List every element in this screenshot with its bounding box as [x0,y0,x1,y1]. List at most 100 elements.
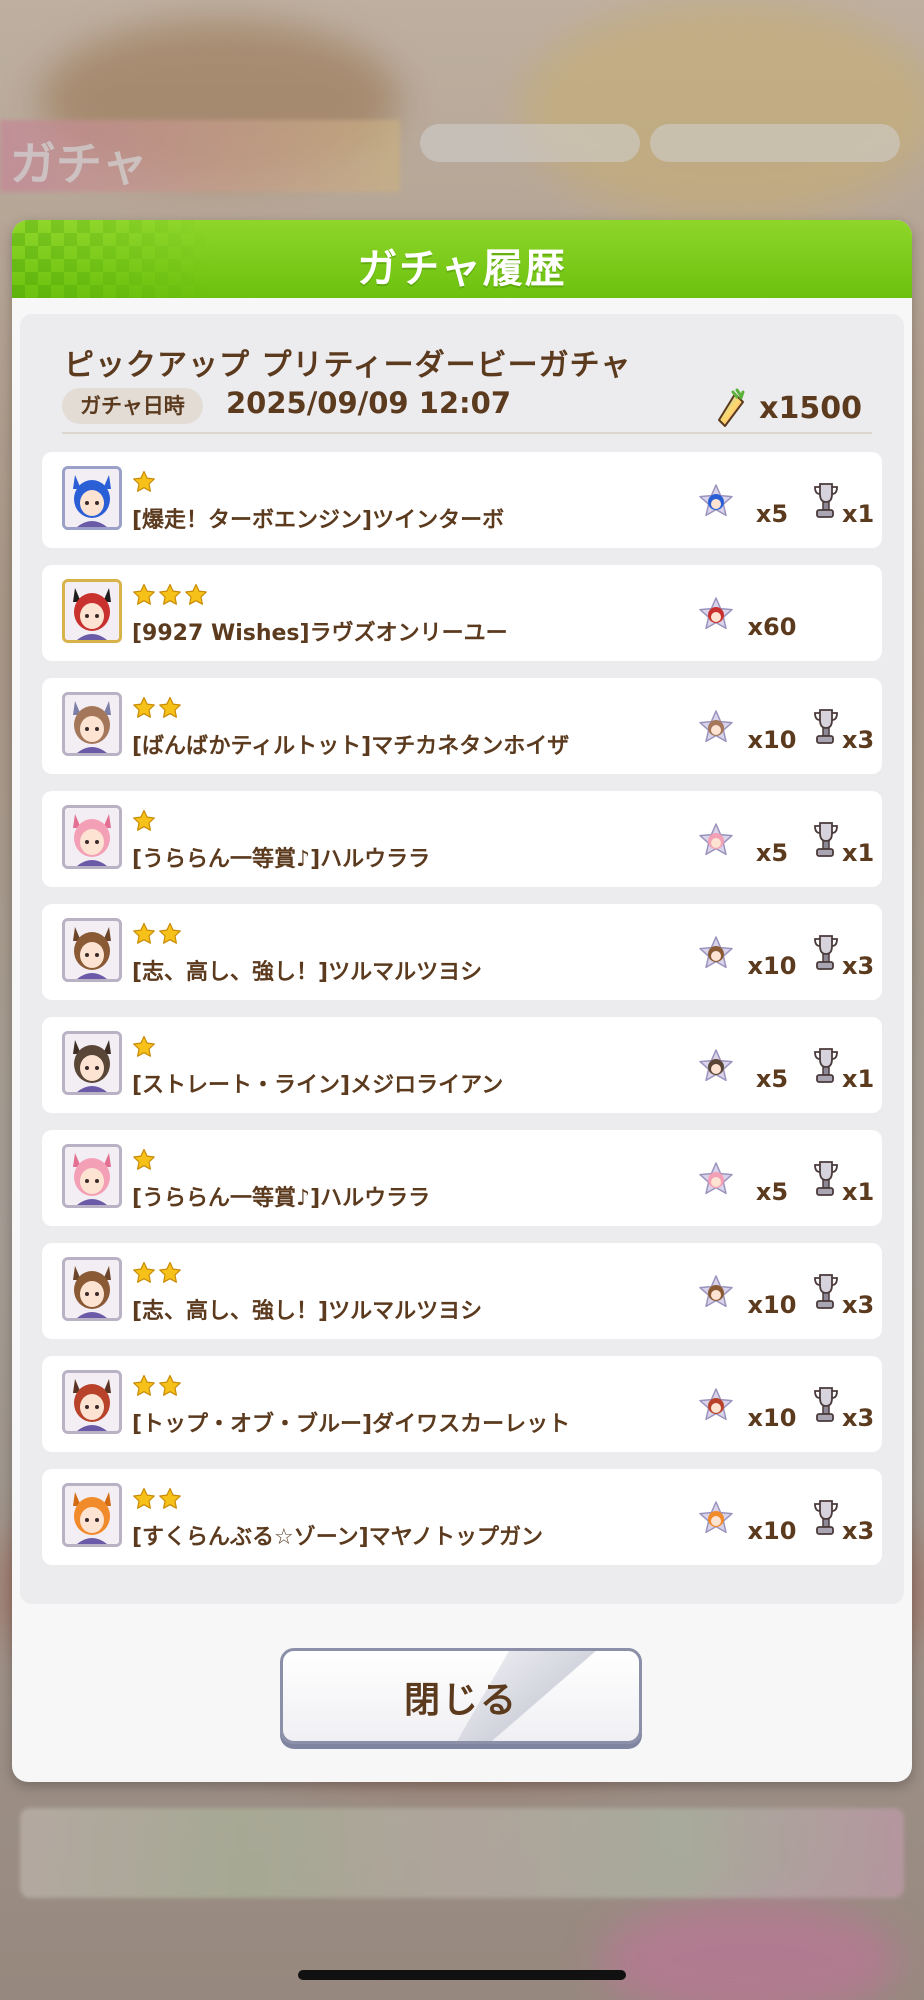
star-icon [184,583,208,607]
trophy-count: x3 [842,1517,875,1545]
carrot-jewel-icon [718,388,745,427]
star-icon [158,583,182,607]
trophy-count: x3 [842,1291,875,1319]
rarity-stars [132,583,208,607]
star-icon [158,696,182,720]
dialog-header: ガチャ履歴 [12,220,912,298]
character-name: [ストレート・ライン]メジロライアン [132,1073,504,1098]
close-button[interactable]: 閉じる [280,1648,642,1744]
rarity-stars [132,1487,182,1511]
rarity-stars [132,1148,156,1172]
trophy-icon [812,1499,838,1537]
character-portrait-icon [62,1031,122,1095]
character-piece-icon [698,1275,734,1311]
cost-value: x1500 [759,390,862,426]
star-icon [132,1035,156,1059]
date-value: 2025/09/09 12:07 [226,386,512,420]
trophy-icon [812,821,838,859]
character-name: [すくらんぶる☆ゾーン]マヤノトップガン [132,1525,543,1550]
star-icon [132,809,156,833]
piece-count: x5 [755,1065,789,1093]
trophy-count: x3 [842,726,875,754]
trophy-icon [812,1386,838,1424]
character-piece-icon [698,823,734,859]
list-item: [うららん一等賞♪]ハルウララ x5 x1 [42,791,882,887]
piece-count: x10 [747,1517,797,1545]
divider [62,432,872,434]
cost-display: x1500 [713,388,862,428]
character-piece-icon [698,484,734,520]
list-item: [トップ・オブ・ブルー]ダイワスカーレット x10 x3 [42,1356,882,1452]
piece-count: x10 [747,726,797,754]
character-name: [9927 Wishes]ラヴズオンリーユー [132,621,508,646]
character-piece-icon [698,936,734,972]
character-name: [ばんばかティルトット]マチカネタンホイザ [132,734,570,759]
list-item: [ストレート・ライン]メジロライアン x5 x1 [42,1017,882,1113]
star-icon [158,922,182,946]
star-icon [132,1487,156,1511]
trophy-icon [812,934,838,972]
character-name: [うららん一等賞♪]ハルウララ [132,1186,431,1211]
rarity-stars [132,1035,156,1059]
star-icon [132,696,156,720]
list-item: [うららん一等賞♪]ハルウララ x5 x1 [42,1130,882,1226]
star-icon [132,1261,156,1285]
character-portrait-icon [62,579,122,643]
character-piece-icon [698,1162,734,1198]
trophy-count: x3 [842,952,875,980]
trophy-icon [812,482,838,520]
character-piece-icon [698,1049,734,1085]
trophy-icon [812,708,838,746]
character-name: [うららん一等賞♪]ハルウララ [132,847,431,872]
trophy-icon [812,1273,838,1311]
list-item: [ばんばかティルトット]マチカネタンホイザ x10 x3 [42,678,882,774]
gacha-history-dialog: ガチャ履歴 ピックアップ プリティーダービーガチャ ガチャ日時 2025/09/… [12,220,912,1782]
rarity-stars [132,696,182,720]
character-portrait-icon [62,466,122,530]
list-item: [志、高し、強し！]ツルマルツヨシ x10 x3 [42,904,882,1000]
character-portrait-icon [62,1370,122,1434]
star-icon [132,583,156,607]
star-icon [158,1374,182,1398]
trophy-icon [812,1047,838,1085]
star-icon [132,470,156,494]
list-item: [9927 Wishes]ラヴズオンリーユー x60 [42,565,882,661]
piece-count: x10 [747,1291,797,1319]
character-portrait-icon [62,1144,122,1208]
character-piece-icon [698,597,734,633]
character-portrait-icon [62,918,122,982]
list-item: [志、高し、強し！]ツルマルツヨシ x10 x3 [42,1243,882,1339]
star-icon [132,922,156,946]
rarity-stars [132,1374,182,1398]
piece-count: x10 [747,1404,797,1432]
character-piece-icon [698,710,734,746]
piece-count: x5 [755,500,789,528]
character-portrait-icon [62,805,122,869]
trophy-count: x1 [842,500,875,528]
character-name: [爆走！ターボエンジン]ツインターボ [132,508,505,533]
trophy-count: x1 [842,839,875,867]
character-piece-icon [698,1501,734,1537]
piece-count: x5 [755,1178,789,1206]
character-portrait-icon [62,1257,122,1321]
character-piece-icon [698,1388,734,1424]
piece-count: x60 [747,613,797,641]
rarity-stars [132,809,156,833]
date-label: ガチャ日時 [62,388,203,424]
trophy-count: x3 [842,1404,875,1432]
star-icon [132,1374,156,1398]
rarity-stars [132,922,182,946]
star-icon [158,1261,182,1285]
home-indicator [298,1970,626,1980]
list-item: [すくらんぶる☆ゾーン]マヤノトップガン x10 x3 [42,1469,882,1565]
character-portrait-icon [62,692,122,756]
star-icon [158,1487,182,1511]
list-item: [爆走！ターボエンジン]ツインターボ x5 x1 [42,452,882,548]
character-name: [志、高し、強し！]ツルマルツヨシ [132,1299,483,1324]
character-name: [志、高し、強し！]ツルマルツヨシ [132,960,483,985]
character-portrait-icon [62,1483,122,1547]
piece-count: x5 [755,839,789,867]
dialog-title: ガチャ履歴 [357,246,567,292]
rarity-stars [132,1261,182,1285]
trophy-count: x1 [842,1178,875,1206]
